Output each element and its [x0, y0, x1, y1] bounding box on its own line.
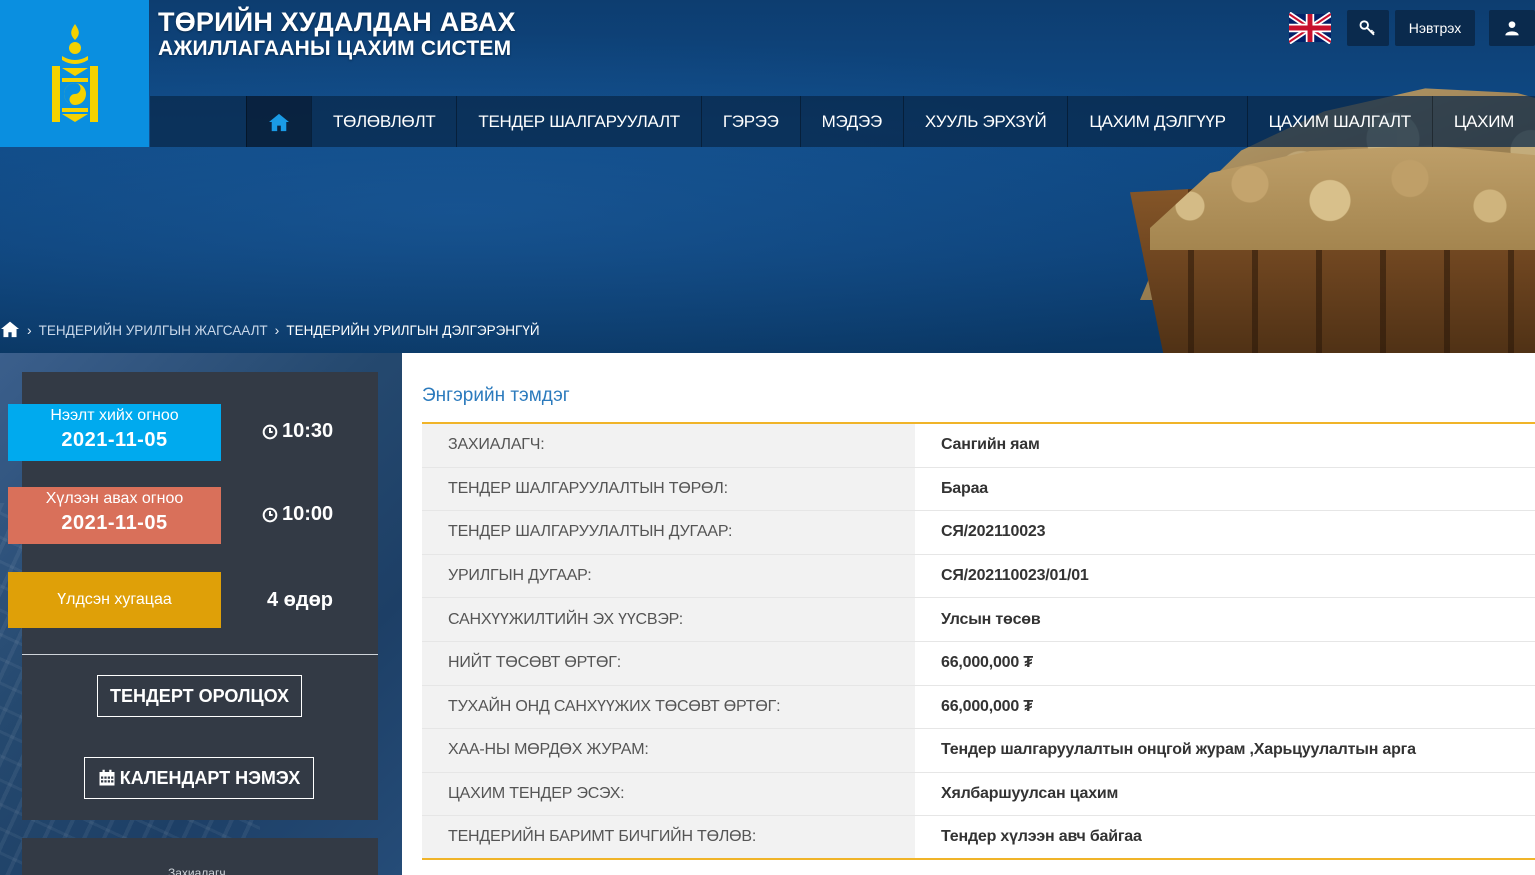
table-row: ЦАХИМ ТЕНДЕР ЭСЭХ: Хялбаршуулсан цахим: [422, 772, 1535, 817]
tender-details-table: ЗАХИАЛАГЧ: Сангийн яам ТЕНДЕР ШАЛГАРУУЛА…: [422, 422, 1535, 860]
table-row: ТЕНДЕР ШАЛГАРУУЛАЛТЫН ТӨРӨЛ: Бараа: [422, 467, 1535, 512]
home-icon[interactable]: [0, 320, 20, 341]
table-row: ТЕНДЕРИЙН БАРИМТ БИЧГИЙН ТӨЛӨВ: Тендер х…: [422, 816, 1535, 860]
row-label: УРИЛГЫН ДУГААР:: [422, 554, 915, 598]
opening-date-label: Нээлт хийх огноо: [50, 407, 179, 424]
row-label: ТЕНДЕР ШАЛГАРУУЛАЛТЫН ТӨРӨЛ:: [422, 467, 915, 511]
user-icon[interactable]: [1489, 10, 1535, 46]
row-value: Сангийн яам: [915, 424, 1535, 467]
table-row: ТУХАЙН ОНД САНХҮҮЖИХ ТӨСӨВТ ӨРТӨГ: 66,00…: [422, 685, 1535, 730]
logo[interactable]: [0, 0, 149, 147]
row-value: Тендер шалгаруулалтын онцгой журам ,Харь…: [915, 729, 1535, 772]
nav-item-tender-selection[interactable]: ТЕНДЕР ШАЛГАРУУЛАЛТ: [456, 96, 700, 147]
row-label: САНХҮҮЖИЛТИЙН ЭХ ҮҮСВЭР:: [422, 598, 915, 641]
row-label: ХАА-НЫ МӨРДӨХ ЖУРАМ:: [422, 729, 915, 772]
row-value: Улсын төсөв: [915, 598, 1535, 641]
deadline-date-label: Хүлээн авах огноо: [45, 490, 184, 507]
table-row: НИЙТ ТӨСӨВТ ӨРТӨГ: 66,000,000 ₮: [422, 641, 1535, 686]
english-flag-icon[interactable]: [1287, 11, 1333, 46]
site-title[interactable]: ТӨРИЙН ХУДАЛДАН АВАХ АЖИЛЛАГААНЫ ЦАХИМ С…: [158, 8, 516, 61]
login-button[interactable]: Нэвтрэх: [1395, 10, 1475, 46]
main-nav: ТӨЛӨВЛӨЛТ ТЕНДЕР ШАЛГАРУУЛАЛТ ГЭРЭЭ МЭДЭ…: [150, 96, 1535, 147]
remaining-time-value: 4 өдөр: [267, 589, 334, 611]
nav-item-contract[interactable]: ГЭРЭЭ: [700, 96, 800, 147]
clock-icon: [262, 424, 278, 439]
nav-item-e-more[interactable]: ЦАХИМ: [1431, 96, 1535, 147]
opening-date-box: Нээлт хийх огноо 2021-11-05: [8, 404, 221, 461]
site-title-line2: АЖИЛЛАГААНЫ ЦАХИМ СИСТЕМ: [158, 37, 512, 60]
deadline-time: 10:00: [262, 503, 333, 526]
soyombo-emblem-icon: [51, 23, 98, 122]
row-label: ТЕНДЕР ШАЛГАРУУЛАЛТЫН ДУГААР:: [422, 511, 915, 554]
row-value: 66,000,000 ₮: [915, 641, 1535, 685]
calendar-icon: [99, 769, 115, 786]
sidebar-footer-text: Захиалагч: [168, 866, 226, 875]
row-value: СЯ/202110023/01/01: [915, 554, 1535, 598]
row-value: СЯ/202110023: [915, 511, 1535, 554]
breadcrumb-separator-icon: ›: [274, 322, 280, 338]
section-title: Энгэрийн тэмдэг: [422, 385, 570, 406]
nav-item-e-shop[interactable]: ЦАХИМ ДЭЛГҮҮР: [1067, 96, 1246, 147]
row-label: НИЙТ ТӨСӨВТ ӨРТӨГ:: [422, 641, 915, 685]
deadline-date-box: Хүлээн авах огноо 2021-11-05: [8, 487, 221, 544]
join-tender-button[interactable]: ТЕНДЕРТ ОРОЛЦОХ: [97, 675, 302, 717]
opening-time: 10:30: [262, 420, 333, 443]
home-icon: [269, 113, 290, 131]
clock-icon: [262, 507, 278, 522]
deadline-date-value: 2021-11-05: [61, 512, 168, 534]
table-row: УРИЛГЫН ДУГААР: СЯ/202110023/01/01: [422, 554, 1535, 599]
table-row: ЗАХИАЛАГЧ: Сангийн яам: [422, 424, 1535, 468]
remaining-time-label: Үлдсэн хугацаа: [57, 591, 172, 608]
nav-item-legal[interactable]: ХУУЛЬ ЭРХЗҮЙ: [902, 96, 1068, 147]
row-label: ТЕНДЕРИЙН БАРИМТ БИЧГИЙН ТӨЛӨВ:: [422, 816, 915, 858]
breadcrumb-parent-link[interactable]: ТЕНДЕРИЙН УРИЛГЫН ЖАГСААЛТ: [39, 323, 268, 338]
row-value: Бараа: [915, 467, 1535, 511]
breadcrumb-current: ТЕНДЕРИЙН УРИЛГЫН ДЭЛГЭРЭНГҮЙ: [286, 322, 540, 338]
row-value: Хялбаршуулсан цахим: [915, 772, 1535, 816]
sidebar-divider: [22, 654, 378, 655]
top-toolbar: Нэвтрэх: [1287, 10, 1535, 46]
banner-bucket-rocks-image: [1150, 145, 1535, 250]
nav-item-e-exam[interactable]: ЦАХИМ ШАЛГАЛТ: [1246, 96, 1432, 147]
row-label: ЗАХИАЛАГЧ:: [422, 424, 915, 467]
add-to-calendar-label: КАЛЕНДАРТ НЭМЭХ: [119, 767, 301, 788]
opening-time-value: 10:30: [282, 420, 334, 442]
nav-home[interactable]: [246, 96, 312, 147]
breadcrumb: › ТЕНДЕРИЙН УРИЛГЫН ЖАГСААЛТ › ТЕНДЕРИЙН…: [0, 318, 540, 342]
row-label: ТУХАЙН ОНД САНХҮҮЖИХ ТӨСӨВТ ӨРТӨГ:: [422, 685, 915, 729]
nav-item-news[interactable]: МЭДЭЭ: [799, 96, 903, 147]
row-label: ЦАХИМ ТЕНДЕР ЭСЭХ:: [422, 772, 915, 816]
opening-date-value: 2021-11-05: [61, 429, 168, 451]
nav-item-planning[interactable]: ТӨЛӨВЛӨЛТ: [311, 96, 456, 147]
breadcrumb-separator-icon: ›: [27, 322, 32, 338]
table-row: ТЕНДЕР ШАЛГАРУУЛАЛТЫН ДУГААР: СЯ/2021100…: [422, 511, 1535, 555]
remaining-time-box: Үлдсэн хугацаа: [8, 572, 221, 628]
row-value: Тендер хүлээн авч байгаа: [915, 816, 1535, 858]
key-icon[interactable]: [1347, 10, 1389, 46]
table-row: САНХҮҮЖИЛТИЙН ЭХ ҮҮСВЭР: Улсын төсөв: [422, 598, 1535, 642]
table-row: ХАА-НЫ МӨРДӨХ ЖУРАМ: Тендер шалгаруулалт…: [422, 729, 1535, 773]
row-value: 66,000,000 ₮: [915, 685, 1535, 729]
deadline-time-value: 10:00: [282, 503, 334, 525]
add-to-calendar-button[interactable]: КАЛЕНДАРТ НЭМЭХ: [84, 757, 314, 799]
site-title-line1: ТӨРИЙН ХУДАЛДАН АВАХ: [158, 7, 516, 37]
